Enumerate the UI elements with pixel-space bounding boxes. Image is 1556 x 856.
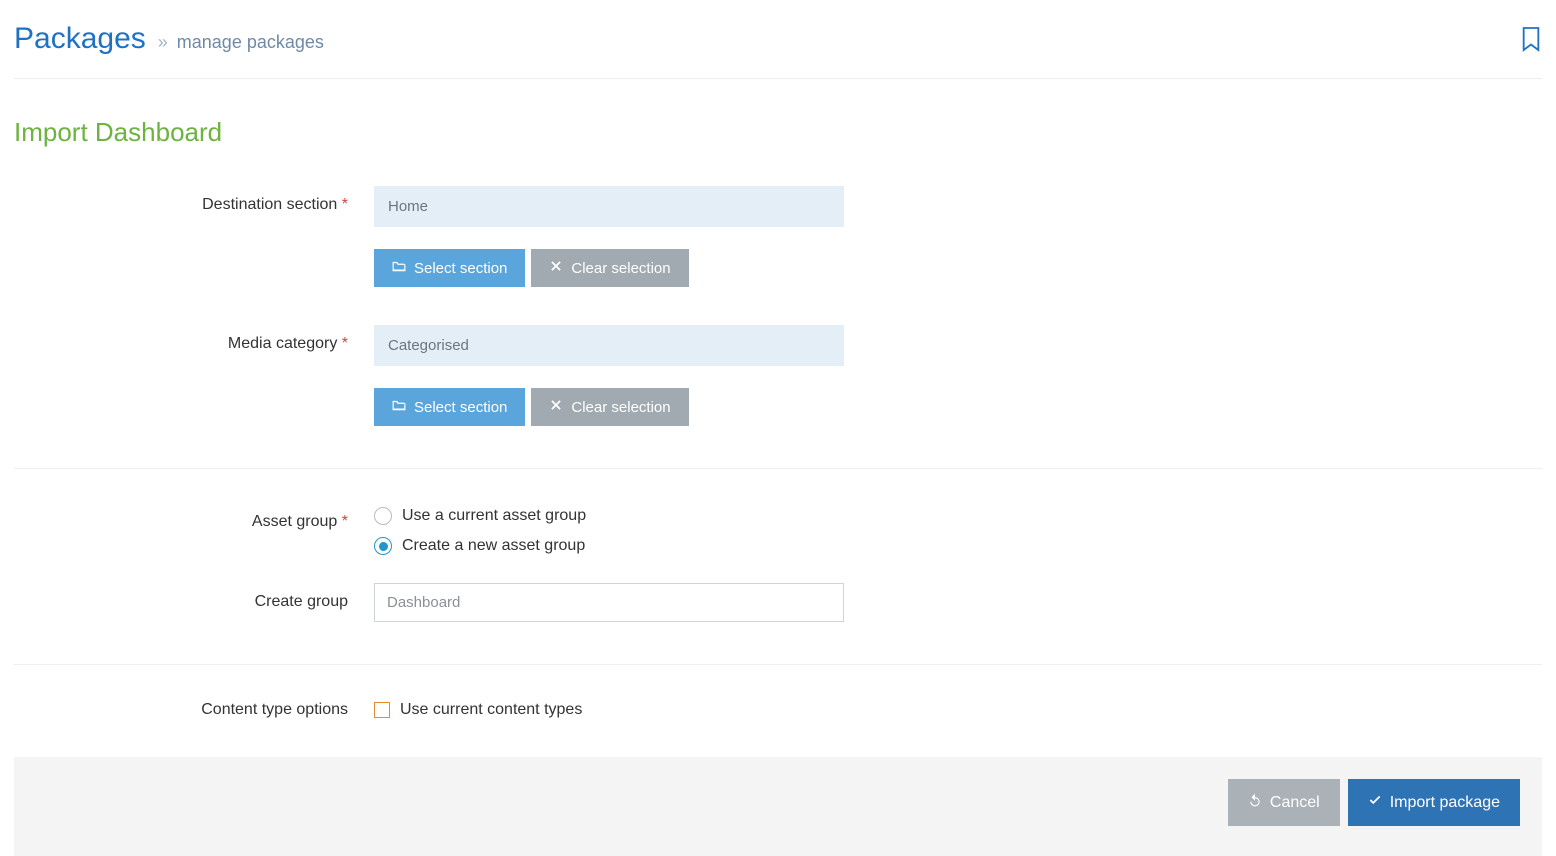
chevron-right-icon: » [158,32,168,52]
content-type-row: Content type options Use current content… [14,691,1542,757]
radio-create-new[interactable]: Create a new asset group [374,537,844,555]
check-icon [1368,793,1382,812]
radio-use-current-label: Use a current asset group [402,507,586,525]
destination-clear-label: Clear selection [571,260,670,277]
destination-value: Home [374,186,844,227]
folder-open-icon [392,259,406,277]
close-icon [549,259,563,277]
destination-clear-button[interactable]: Clear selection [531,249,688,287]
create-group-row: Create group [14,575,1542,630]
bookmark-icon[interactable] [1520,26,1542,52]
breadcrumb: » manage packages [158,32,324,53]
create-group-label: Create group [255,593,348,610]
use-current-content-types-checkbox[interactable] [374,702,390,718]
asset-group-label: Asset group [252,513,337,530]
radio-icon [374,537,392,555]
footer-bar: Cancel Import package [14,757,1542,856]
media-clear-button[interactable]: Clear selection [531,388,688,426]
media-clear-label: Clear selection [571,399,670,416]
use-current-content-types-label: Use current content types [400,701,582,719]
cancel-button[interactable]: Cancel [1228,779,1340,826]
required-marker: * [342,513,348,530]
media-select-button[interactable]: Select section [374,388,525,426]
divider [14,664,1542,665]
required-marker: * [342,335,348,352]
destination-section-row: Destination section * Home Select sectio… [14,178,1542,295]
folder-open-icon [392,398,406,416]
media-category-row: Media category * Categorised Select sect… [14,317,1542,434]
required-marker: * [342,196,348,213]
import-label: Import package [1390,794,1500,812]
close-icon [549,398,563,416]
page-header: Packages » manage packages [14,10,1542,79]
media-value: Categorised [374,325,844,366]
media-label: Media category [228,335,337,352]
cancel-label: Cancel [1270,794,1320,812]
radio-create-new-label: Create a new asset group [402,537,585,555]
divider [14,468,1542,469]
create-group-input[interactable] [374,583,844,622]
media-select-label: Select section [414,399,507,416]
radio-icon [374,507,392,525]
destination-select-button[interactable]: Select section [374,249,525,287]
section-title: Import Dashboard [14,117,1542,148]
import-package-button[interactable]: Import package [1348,779,1520,826]
packages-title-link[interactable]: Packages [14,22,146,56]
destination-label: Destination section [202,196,337,213]
asset-group-row: Asset group * Use a current asset group … [14,495,1542,575]
destination-select-label: Select section [414,260,507,277]
radio-use-current[interactable]: Use a current asset group [374,507,844,525]
undo-icon [1248,793,1262,812]
content-type-label: Content type options [201,701,348,718]
breadcrumb-text: manage packages [177,32,324,52]
